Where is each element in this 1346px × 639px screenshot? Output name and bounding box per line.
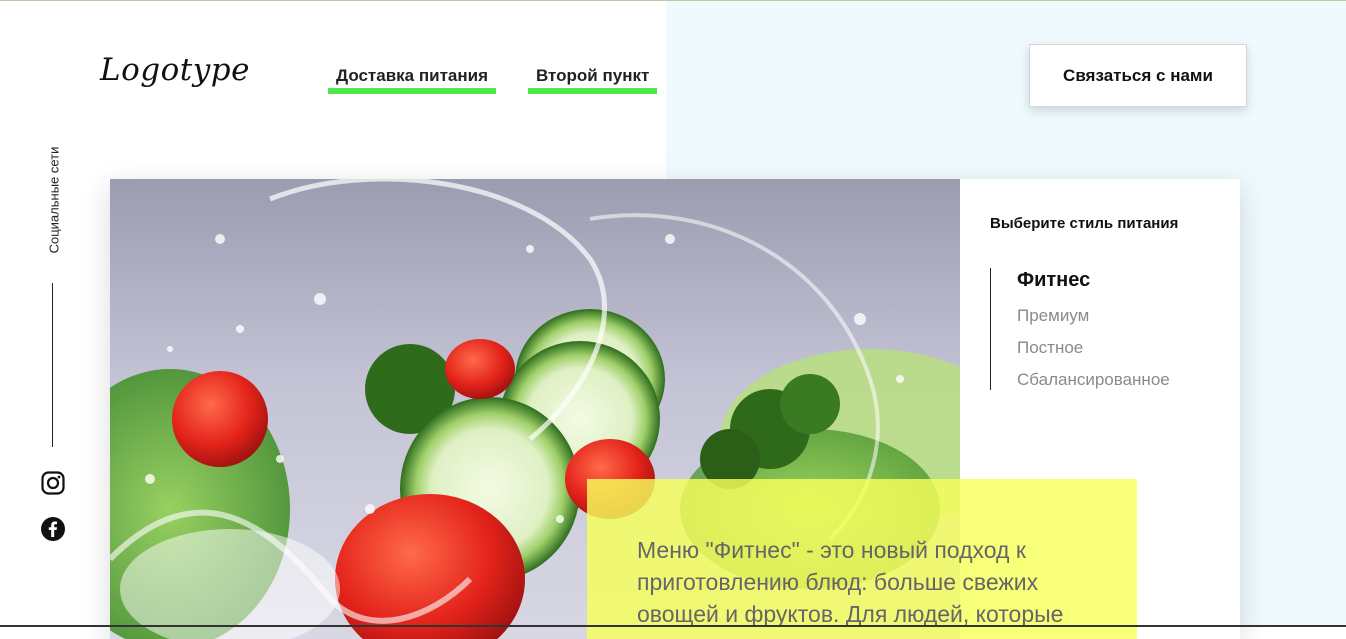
style-option-balanced[interactable]: Сбалансированное	[1017, 370, 1170, 390]
panel-title: Выберите стиль питания	[990, 215, 1179, 232]
facebook-icon[interactable]	[41, 517, 65, 541]
nav-link-delivery[interactable]: Доставка питания	[328, 66, 496, 94]
style-option-fitness[interactable]: Фитнес	[1017, 269, 1090, 292]
style-option-premium[interactable]: Премиум	[1017, 306, 1089, 326]
menu-description: Меню "Фитнес" - это новый подход к приго…	[637, 537, 1064, 627]
style-list-indicator	[990, 268, 991, 390]
social-divider	[52, 283, 53, 447]
instagram-icon[interactable]	[41, 471, 65, 495]
social-label: Социальные сети	[46, 146, 62, 254]
logo[interactable]: Logotype	[100, 52, 250, 88]
contact-button[interactable]: Связаться с нами	[1029, 44, 1247, 107]
style-option-lenten[interactable]: Постное	[1017, 338, 1083, 358]
nav-link-second[interactable]: Второй пункт	[528, 66, 658, 94]
